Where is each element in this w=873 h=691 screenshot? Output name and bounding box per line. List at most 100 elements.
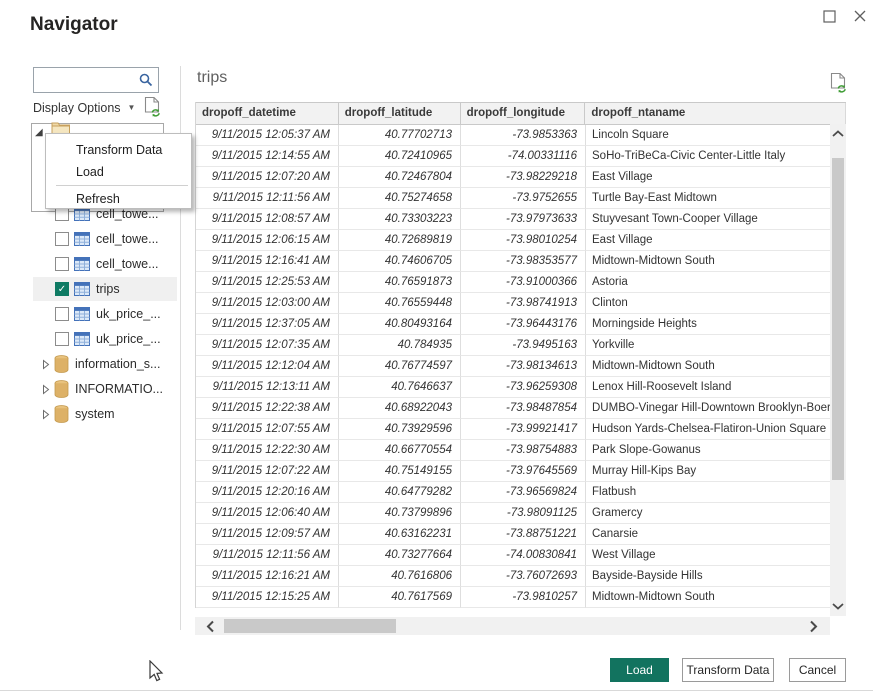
- scroll-left-icon[interactable]: [201, 617, 219, 635]
- checkbox-checked[interactable]: ✓: [55, 282, 69, 296]
- tree-item-information-s[interactable]: information_s...: [33, 352, 177, 376]
- column-header[interactable]: dropoff_datetime: [196, 103, 339, 125]
- tree-item-label: uk_price_...: [96, 307, 161, 321]
- table-cell: 9/11/2015 12:15:25 AM: [196, 587, 339, 608]
- table-cell: 40.7646637: [339, 377, 461, 398]
- table-cell: Gramercy: [586, 503, 831, 524]
- table-row: 9/11/2015 12:16:21 AM40.7616806-73.76072…: [196, 566, 846, 587]
- table-cell: 9/11/2015 12:14:55 AM: [196, 146, 339, 167]
- table-row: 9/11/2015 12:22:38 AM40.68922043-73.9848…: [196, 398, 846, 419]
- tree-item-cell-towe[interactable]: cell_towe...: [33, 252, 177, 276]
- table-cell: 9/11/2015 12:07:22 AM: [196, 461, 339, 482]
- tree-item-label: trips: [96, 282, 120, 296]
- table-icon: [74, 232, 90, 246]
- table-cell: 9/11/2015 12:07:35 AM: [196, 335, 339, 356]
- tree-item-trips[interactable]: ✓ trips: [33, 277, 177, 301]
- tree-item-label: uk_price_...: [96, 332, 161, 346]
- checkbox-unchecked[interactable]: [55, 257, 69, 271]
- context-menu: Transform DataLoad Refresh: [45, 133, 192, 209]
- table-row: 9/11/2015 12:07:55 AM40.73929596-73.9992…: [196, 419, 846, 440]
- horizontal-scroll-thumb[interactable]: [224, 619, 396, 633]
- maximize-icon[interactable]: [822, 8, 838, 24]
- search-input[interactable]: [38, 70, 136, 90]
- table-cell: -73.88751221: [461, 524, 586, 545]
- table-cell: 9/11/2015 12:37:05 AM: [196, 314, 339, 335]
- table-cell: 9/11/2015 12:09:57 AM: [196, 524, 339, 545]
- tree-item-uk-price[interactable]: uk_price_...: [33, 302, 177, 326]
- column-header[interactable]: dropoff_longitude: [461, 103, 586, 125]
- table-icon: [74, 332, 90, 346]
- table-cell: 9/11/2015 12:03:00 AM: [196, 293, 339, 314]
- tree-item-label: INFORMATIO...: [75, 382, 163, 396]
- table-cell: -73.98010254: [461, 230, 586, 251]
- table-cell: Flatbush: [586, 482, 831, 503]
- column-header[interactable]: dropoff_latitude: [339, 103, 461, 125]
- table-cell: Lincoln Square: [586, 125, 831, 146]
- table-cell: 40.64779282: [339, 482, 461, 503]
- table-cell: 40.73929596: [339, 419, 461, 440]
- table-cell: -73.9853363: [461, 125, 586, 146]
- column-header[interactable]: dropoff_ntaname: [585, 103, 846, 125]
- table-cell: 9/11/2015 12:11:56 AM: [196, 188, 339, 209]
- menu-item-refresh[interactable]: Refresh: [46, 188, 191, 210]
- vertical-scrollbar[interactable]: [830, 124, 846, 616]
- table-cell: -73.96259308: [461, 377, 586, 398]
- tree-item-cell-towe[interactable]: cell_towe...: [33, 227, 177, 251]
- checkbox-unchecked[interactable]: [55, 232, 69, 246]
- tree-item-system[interactable]: system: [33, 402, 177, 426]
- tree-item-label: system: [75, 407, 115, 421]
- table-cell: Stuyvesant Town-Cooper Village: [586, 209, 831, 230]
- table-cell: 40.77702713: [339, 125, 461, 146]
- table-header: dropoff_datetime dropoff_latitude dropof…: [196, 102, 846, 125]
- table-cell: DUMBO-Vinegar Hill-Downtown Brooklyn-Boe…: [586, 398, 831, 419]
- expand-caret-icon[interactable]: [42, 384, 50, 395]
- table-row: 9/11/2015 12:12:04 AM40.76774597-73.9813…: [196, 356, 846, 377]
- checkbox-unchecked[interactable]: [55, 332, 69, 346]
- table-cell: Clinton: [586, 293, 831, 314]
- tree-item-uk-price[interactable]: uk_price_...: [33, 327, 177, 351]
- table-cell: 40.73799896: [339, 503, 461, 524]
- table-cell: 9/11/2015 12:12:04 AM: [196, 356, 339, 377]
- table-row: 9/11/2015 12:25:53 AM40.76591873-73.9100…: [196, 272, 846, 293]
- table-row: 9/11/2015 12:07:35 AM40.784935-73.949516…: [196, 335, 846, 356]
- expand-caret-icon[interactable]: [42, 409, 50, 420]
- table-cell: -73.96443176: [461, 314, 586, 335]
- menu-item-load[interactable]: Load: [46, 161, 191, 183]
- table-cell: 9/11/2015 12:20:16 AM: [196, 482, 339, 503]
- preview-table-body: 9/11/2015 12:05:37 AM40.77702713-73.9853…: [196, 125, 846, 608]
- table-row: 9/11/2015 12:08:57 AM40.73303223-73.9797…: [196, 209, 846, 230]
- table-row: 9/11/2015 12:05:37 AM40.77702713-73.9853…: [196, 125, 846, 146]
- scroll-down-icon[interactable]: [830, 598, 846, 614]
- tree-item-informatio[interactable]: INFORMATIO...: [33, 377, 177, 401]
- table-icon: [74, 307, 90, 321]
- cancel-button[interactable]: Cancel: [789, 658, 846, 682]
- table-row: 9/11/2015 12:13:11 AM40.7646637-73.96259…: [196, 377, 846, 398]
- table-row: 9/11/2015 12:16:41 AM40.74606705-73.9835…: [196, 251, 846, 272]
- checkbox-unchecked[interactable]: [55, 307, 69, 321]
- scroll-right-icon[interactable]: [804, 617, 822, 635]
- chevron-down-icon: ▼: [128, 103, 136, 112]
- refresh-preview-icon[interactable]: [144, 96, 162, 123]
- table-cell: 40.74606705: [339, 251, 461, 272]
- refresh-table-icon[interactable]: [830, 72, 848, 99]
- tree-item-label: cell_towe...: [96, 257, 159, 271]
- table-cell: Yorkville: [586, 335, 831, 356]
- table-cell: Lenox Hill-Roosevelt Island: [586, 377, 831, 398]
- table-icon: [74, 282, 90, 296]
- close-icon[interactable]: [852, 8, 868, 24]
- menu-item-transform-data[interactable]: Transform Data: [46, 139, 191, 161]
- table-cell: Bayside-Bayside Hills: [586, 566, 831, 587]
- database-icon: [54, 380, 69, 398]
- display-options-dropdown[interactable]: Display Options▼: [33, 101, 135, 115]
- expand-open-caret-icon[interactable]: ◢: [35, 127, 43, 138]
- mouse-cursor: [146, 660, 164, 689]
- table-cell: Astoria: [586, 272, 831, 293]
- scroll-up-icon[interactable]: [830, 126, 846, 142]
- table-cell: -74.00830841: [461, 545, 586, 566]
- load-button[interactable]: Load: [610, 658, 669, 682]
- search-icon[interactable]: [138, 72, 154, 93]
- vertical-scroll-thumb[interactable]: [832, 158, 844, 480]
- horizontal-scrollbar[interactable]: [195, 617, 830, 635]
- expand-caret-icon[interactable]: [42, 359, 50, 370]
- transform-data-button[interactable]: Transform Data: [682, 658, 774, 682]
